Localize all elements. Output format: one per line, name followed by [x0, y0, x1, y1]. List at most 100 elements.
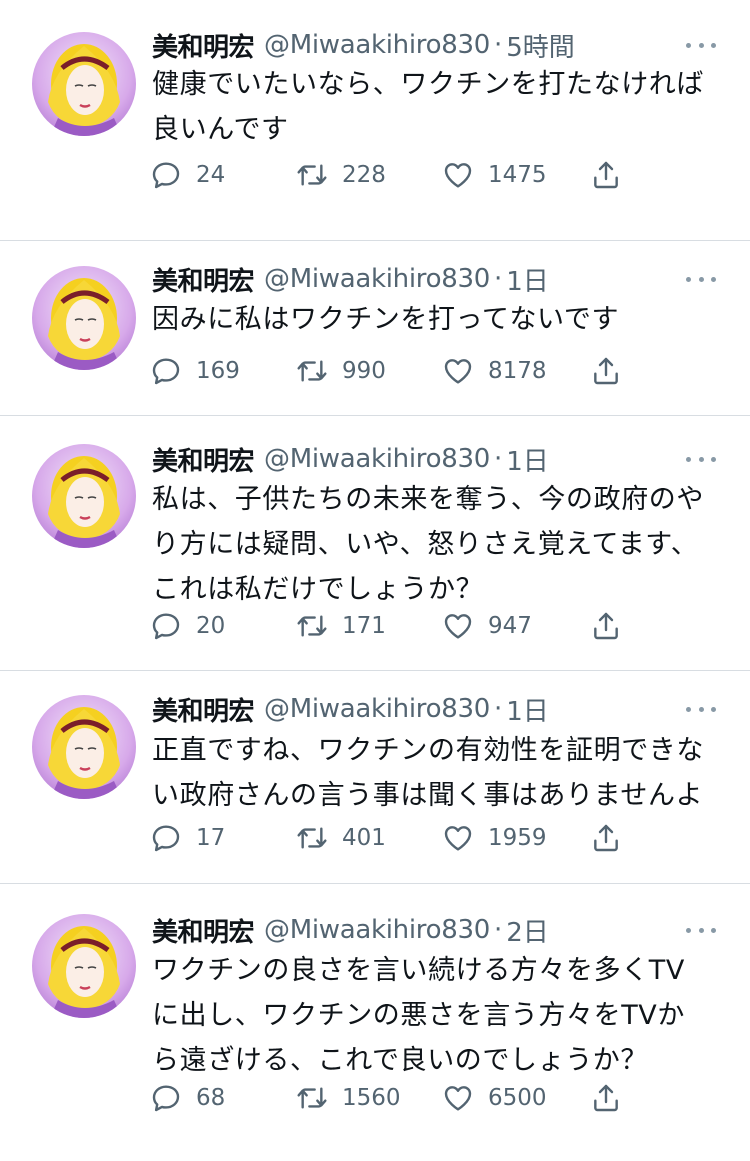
like-button[interactable]: 947: [442, 609, 532, 643]
timestamp[interactable]: 1日: [506, 441, 549, 478]
tweet[interactable]: 美和明宏 @Miwaakihiro830 · 1日 因みに私はワクチンを打ってな…: [0, 241, 750, 416]
tweet-text: 因みに私はワクチンを打ってないです: [152, 304, 620, 335]
share-button[interactable]: [590, 821, 622, 855]
retweet-count: 990: [342, 358, 386, 384]
like-button[interactable]: 1959: [442, 821, 547, 855]
reply-button[interactable]: 169: [150, 354, 240, 388]
separator-dot: ·: [493, 694, 503, 724]
separator-dot: ·: [493, 30, 503, 60]
separator-dot: ·: [493, 264, 503, 294]
like-count: 947: [488, 613, 532, 639]
share-icon: [594, 824, 618, 852]
avatar[interactable]: [32, 695, 136, 799]
share-button[interactable]: [590, 1081, 622, 1115]
separator-dot: ·: [493, 444, 503, 474]
timestamp[interactable]: 2日: [506, 912, 549, 949]
user-handle[interactable]: @Miwaakihiro830: [264, 264, 490, 294]
reply-button[interactable]: 20: [150, 609, 225, 643]
action-bar: 24 228 1475: [150, 158, 630, 192]
like-icon: [444, 1086, 472, 1111]
avatar[interactable]: [32, 444, 136, 548]
share-icon: [594, 1084, 618, 1112]
retweet-count: 1560: [342, 1085, 401, 1111]
like-icon: [444, 614, 472, 639]
tweet-header: 美和明宏 @Miwaakihiro830 · 1日: [152, 691, 549, 728]
like-count: 1475: [488, 162, 547, 188]
reply-icon: [152, 825, 180, 852]
like-icon: [444, 359, 472, 384]
action-bar: 169 990 8178: [150, 354, 630, 388]
tweet[interactable]: 美和明宏 @Miwaakihiro830 · 1日 私は、子供たちの未来を奪う、…: [0, 416, 750, 671]
reply-count: 20: [196, 613, 226, 639]
more-icon[interactable]: [686, 452, 716, 466]
action-bar: 17 401 1959: [150, 821, 630, 855]
tweet-text: 健康でいたいなら、ワクチンを打たなければ 良いんです: [152, 69, 704, 145]
reply-button[interactable]: 68: [150, 1081, 225, 1115]
share-button[interactable]: [590, 609, 622, 643]
reply-count: 68: [196, 1085, 226, 1111]
share-button[interactable]: [590, 158, 622, 192]
retweet-icon: [297, 1087, 327, 1109]
display-name[interactable]: 美和明宏: [152, 27, 255, 64]
tweet[interactable]: 美和明宏 @Miwaakihiro830 · 2日 ワクチンの良さを言い続ける方…: [0, 884, 750, 1161]
reply-button[interactable]: 17: [150, 821, 225, 855]
display-name[interactable]: 美和明宏: [152, 691, 255, 728]
retweet-icon: [297, 827, 327, 849]
more-icon[interactable]: [686, 923, 716, 937]
reply-button[interactable]: 24: [150, 158, 225, 192]
retweet-button[interactable]: 401: [296, 821, 386, 855]
user-handle[interactable]: @Miwaakihiro830: [264, 694, 490, 724]
more-icon[interactable]: [686, 38, 716, 52]
timestamp[interactable]: 1日: [506, 261, 549, 298]
avatar[interactable]: [32, 32, 136, 136]
reply-icon: [152, 613, 180, 640]
retweet-button[interactable]: 171: [296, 609, 386, 643]
user-handle[interactable]: @Miwaakihiro830: [264, 444, 490, 474]
share-icon: [594, 357, 618, 385]
like-count: 1959: [488, 825, 547, 851]
reply-icon: [152, 162, 180, 189]
action-bar: 68 1560 6500: [150, 1081, 630, 1115]
share-button[interactable]: [590, 354, 622, 388]
avatar[interactable]: [32, 914, 136, 1018]
retweet-button[interactable]: 1560: [296, 1081, 401, 1115]
retweet-icon: [297, 360, 327, 382]
timestamp[interactable]: 5時間: [506, 27, 575, 64]
share-icon: [594, 612, 618, 640]
tweet-text: 私は、子供たちの未来を奪う、今の政府のや り方には疑問、いや、怒りさえ覚えてます…: [152, 484, 704, 605]
more-icon[interactable]: [686, 272, 716, 286]
display-name[interactable]: 美和明宏: [152, 912, 255, 949]
retweet-count: 228: [342, 162, 386, 188]
tweet-header: 美和明宏 @Miwaakihiro830 · 5時間: [152, 27, 575, 64]
retweet-icon: [297, 164, 327, 186]
like-icon: [444, 163, 472, 188]
reply-icon: [152, 1085, 180, 1112]
tweet-text: ワクチンの良さを言い続ける方々を多くTV に出し、ワクチンの悪さを言う方々をTV…: [152, 955, 685, 1076]
retweet-button[interactable]: 228: [296, 158, 386, 192]
display-name[interactable]: 美和明宏: [152, 261, 255, 298]
timestamp[interactable]: 1日: [506, 691, 549, 728]
more-icon[interactable]: [686, 702, 716, 716]
like-button[interactable]: 1475: [442, 158, 547, 192]
tweet[interactable]: 美和明宏 @Miwaakihiro830 · 5時間 健康でいたいなら、ワクチン…: [0, 0, 750, 241]
like-button[interactable]: 6500: [442, 1081, 547, 1115]
avatar[interactable]: [32, 266, 136, 370]
user-handle[interactable]: @Miwaakihiro830: [264, 915, 490, 945]
reply-count: 169: [196, 358, 240, 384]
retweet-button[interactable]: 990: [296, 354, 386, 388]
like-count: 6500: [488, 1085, 547, 1111]
retweet-icon: [297, 615, 327, 637]
like-button[interactable]: 8178: [442, 354, 547, 388]
like-count: 8178: [488, 358, 547, 384]
tweet-header: 美和明宏 @Miwaakihiro830 · 1日: [152, 261, 549, 298]
tweet-text: 正直ですね、ワクチンの有効性を証明できな い政府さんの言う事は聞く事はありません…: [152, 735, 704, 811]
user-handle[interactable]: @Miwaakihiro830: [264, 30, 490, 60]
reply-count: 24: [196, 162, 226, 188]
like-icon: [444, 826, 472, 851]
display-name[interactable]: 美和明宏: [152, 441, 255, 478]
retweet-count: 401: [342, 825, 386, 851]
tweet[interactable]: 美和明宏 @Miwaakihiro830 · 1日 正直ですね、ワクチンの有効性…: [0, 671, 750, 884]
action-bar: 20 171 947: [150, 609, 630, 643]
tweet-header: 美和明宏 @Miwaakihiro830 · 1日: [152, 441, 549, 478]
tweet-header: 美和明宏 @Miwaakihiro830 · 2日: [152, 912, 549, 949]
